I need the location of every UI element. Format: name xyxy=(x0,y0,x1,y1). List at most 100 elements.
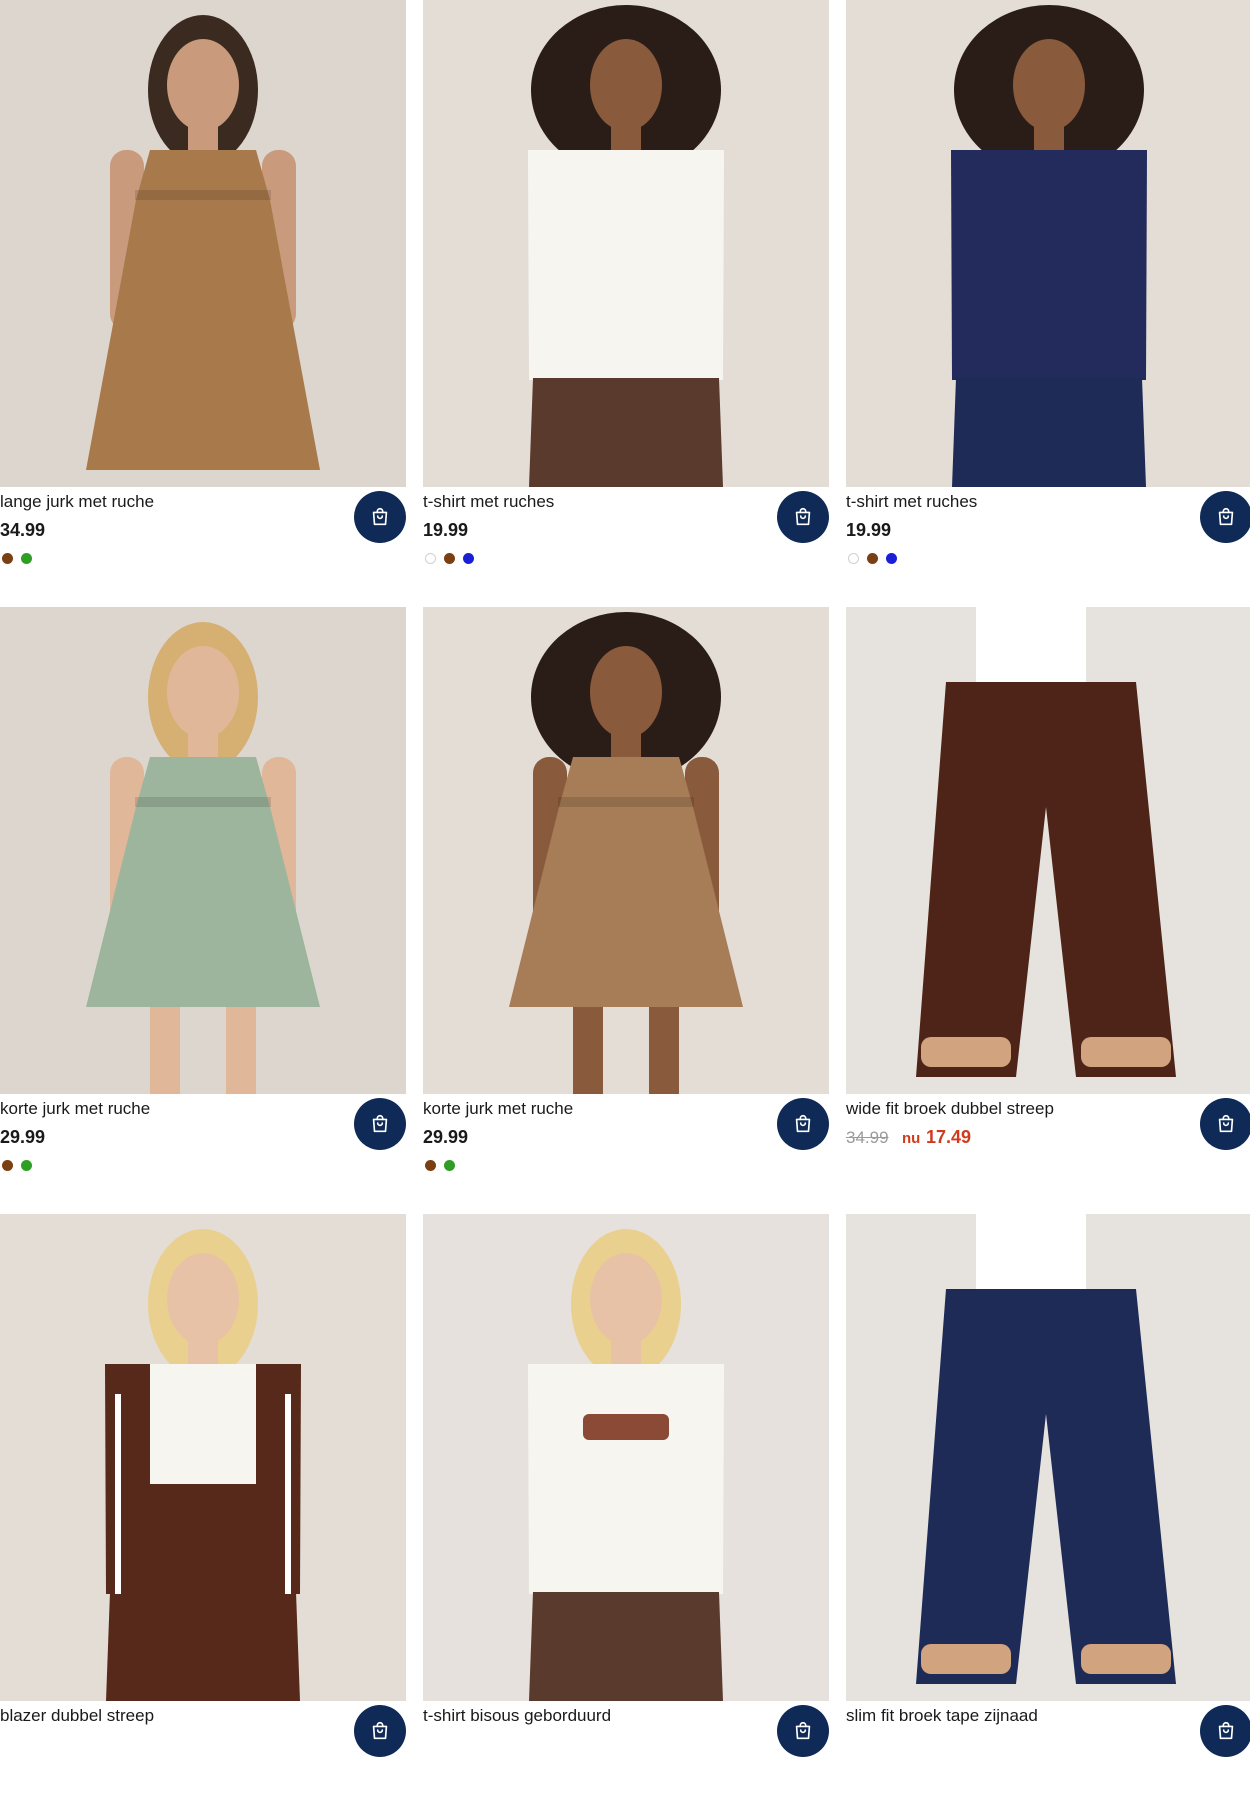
head xyxy=(590,646,662,738)
product-price: 19.99 xyxy=(423,520,469,540)
shoe xyxy=(1081,1037,1171,1067)
color-swatch[interactable] xyxy=(2,553,13,564)
top xyxy=(951,150,1147,380)
product-title[interactable]: korte jurk met ruche xyxy=(0,1099,340,1119)
product-image[interactable] xyxy=(0,1214,406,1701)
shopping-bag-icon xyxy=(372,1721,388,1740)
color-swatches xyxy=(425,553,474,565)
color-swatch[interactable] xyxy=(886,553,897,564)
product-title[interactable]: korte jurk met ruche xyxy=(423,1099,763,1119)
shopping-bag-icon xyxy=(795,507,811,526)
head xyxy=(167,39,239,131)
top xyxy=(528,1364,724,1594)
shopping-bag-icon xyxy=(1218,1721,1234,1740)
product-image[interactable] xyxy=(423,0,829,487)
add-to-cart-button[interactable] xyxy=(777,491,829,543)
head xyxy=(167,646,239,738)
color-swatch[interactable] xyxy=(848,553,859,564)
color-swatches xyxy=(2,1160,32,1172)
model-photo xyxy=(423,607,829,1094)
add-to-cart-button[interactable] xyxy=(777,1098,829,1150)
product-title[interactable]: wide fit broek dubbel streep xyxy=(846,1099,1186,1119)
product-card[interactable]: lange jurk met ruche 34.99 xyxy=(0,0,406,600)
sale-price: 17.49 xyxy=(926,1127,972,1147)
product-title[interactable]: t-shirt met ruches xyxy=(846,492,1186,512)
product-image[interactable] xyxy=(423,607,829,1094)
product-image[interactable] xyxy=(846,1214,1250,1701)
embroidered-print xyxy=(583,1414,669,1440)
color-swatch[interactable] xyxy=(425,553,436,564)
shoe xyxy=(1081,1644,1171,1674)
color-swatch[interactable] xyxy=(21,1160,32,1171)
shopping-bag-icon xyxy=(795,1721,811,1740)
waist-ruffle xyxy=(135,190,271,200)
trousers xyxy=(106,1592,300,1701)
product-image[interactable] xyxy=(0,0,406,487)
add-to-cart-button[interactable] xyxy=(1200,1705,1250,1757)
color-swatch[interactable] xyxy=(444,553,455,564)
inner-shirt xyxy=(150,1364,256,1484)
stripe xyxy=(115,1394,121,1594)
color-swatch[interactable] xyxy=(463,553,474,564)
product-grid: lange jurk met ruche 34.99 t-shirt met r… xyxy=(0,0,1250,1757)
leg xyxy=(150,1007,180,1094)
model-photo xyxy=(423,0,829,487)
sale-prefix: nu xyxy=(902,1130,921,1147)
waist-ruffle xyxy=(558,797,694,807)
product-title[interactable]: slim fit broek tape zijnaad xyxy=(846,1706,1186,1726)
leg xyxy=(573,1007,603,1094)
trousers xyxy=(529,378,723,487)
shoe xyxy=(921,1037,1011,1067)
product-title[interactable]: t-shirt bisous geborduurd xyxy=(423,1706,763,1726)
product-image[interactable] xyxy=(846,607,1250,1094)
shopping-bag-icon xyxy=(1218,507,1234,526)
add-to-cart-button[interactable] xyxy=(1200,491,1250,543)
product-image[interactable] xyxy=(423,1214,829,1701)
product-card[interactable]: wide fit broek dubbel streep 34.99 nu 17… xyxy=(846,607,1250,1207)
model-photo xyxy=(0,1214,406,1701)
product-card[interactable]: blazer dubbel streep xyxy=(0,1214,406,1814)
color-swatches xyxy=(2,553,32,565)
color-swatch[interactable] xyxy=(867,553,878,564)
color-swatches xyxy=(425,1160,455,1172)
add-to-cart-button[interactable] xyxy=(354,1705,406,1757)
product-card[interactable]: slim fit broek tape zijnaad xyxy=(846,1214,1250,1814)
original-price: 34.99 xyxy=(846,1128,889,1147)
product-price: 19.99 xyxy=(846,520,892,540)
model-photo xyxy=(0,607,406,1094)
add-to-cart-button[interactable] xyxy=(354,491,406,543)
model-photo xyxy=(846,1214,1250,1701)
product-card[interactable]: t-shirt bisous geborduurd xyxy=(423,1214,829,1814)
shopping-bag-icon xyxy=(372,507,388,526)
model-photo xyxy=(846,0,1250,487)
add-to-cart-button[interactable] xyxy=(354,1098,406,1150)
product-title[interactable]: t-shirt met ruches xyxy=(423,492,763,512)
product-card[interactable]: t-shirt met ruches 19.99 xyxy=(423,0,829,600)
top-garment xyxy=(976,607,1086,687)
shoe xyxy=(921,1644,1011,1674)
product-card[interactable]: korte jurk met ruche 29.99 xyxy=(423,607,829,1207)
top xyxy=(528,150,724,380)
leg xyxy=(226,1007,256,1094)
product-price: 34.99 xyxy=(0,520,46,540)
add-to-cart-button[interactable] xyxy=(1200,1098,1250,1150)
trousers xyxy=(952,378,1146,487)
color-swatch[interactable] xyxy=(444,1160,455,1171)
color-swatch[interactable] xyxy=(21,553,32,564)
shopping-bag-icon xyxy=(372,1114,388,1133)
product-image[interactable] xyxy=(0,607,406,1094)
add-to-cart-button[interactable] xyxy=(777,1705,829,1757)
model-photo xyxy=(846,607,1250,1094)
product-image[interactable] xyxy=(846,0,1250,487)
product-card[interactable]: korte jurk met ruche 29.99 xyxy=(0,607,406,1207)
color-swatch[interactable] xyxy=(2,1160,13,1171)
product-title[interactable]: lange jurk met ruche xyxy=(0,492,340,512)
head xyxy=(590,1253,662,1345)
product-price: 29.99 xyxy=(423,1127,469,1147)
head xyxy=(1013,39,1085,131)
color-swatch[interactable] xyxy=(425,1160,436,1171)
model-photo xyxy=(423,1214,829,1701)
product-title[interactable]: blazer dubbel streep xyxy=(0,1706,340,1726)
product-card[interactable]: t-shirt met ruches 19.99 xyxy=(846,0,1250,600)
top-garment xyxy=(976,1214,1086,1294)
